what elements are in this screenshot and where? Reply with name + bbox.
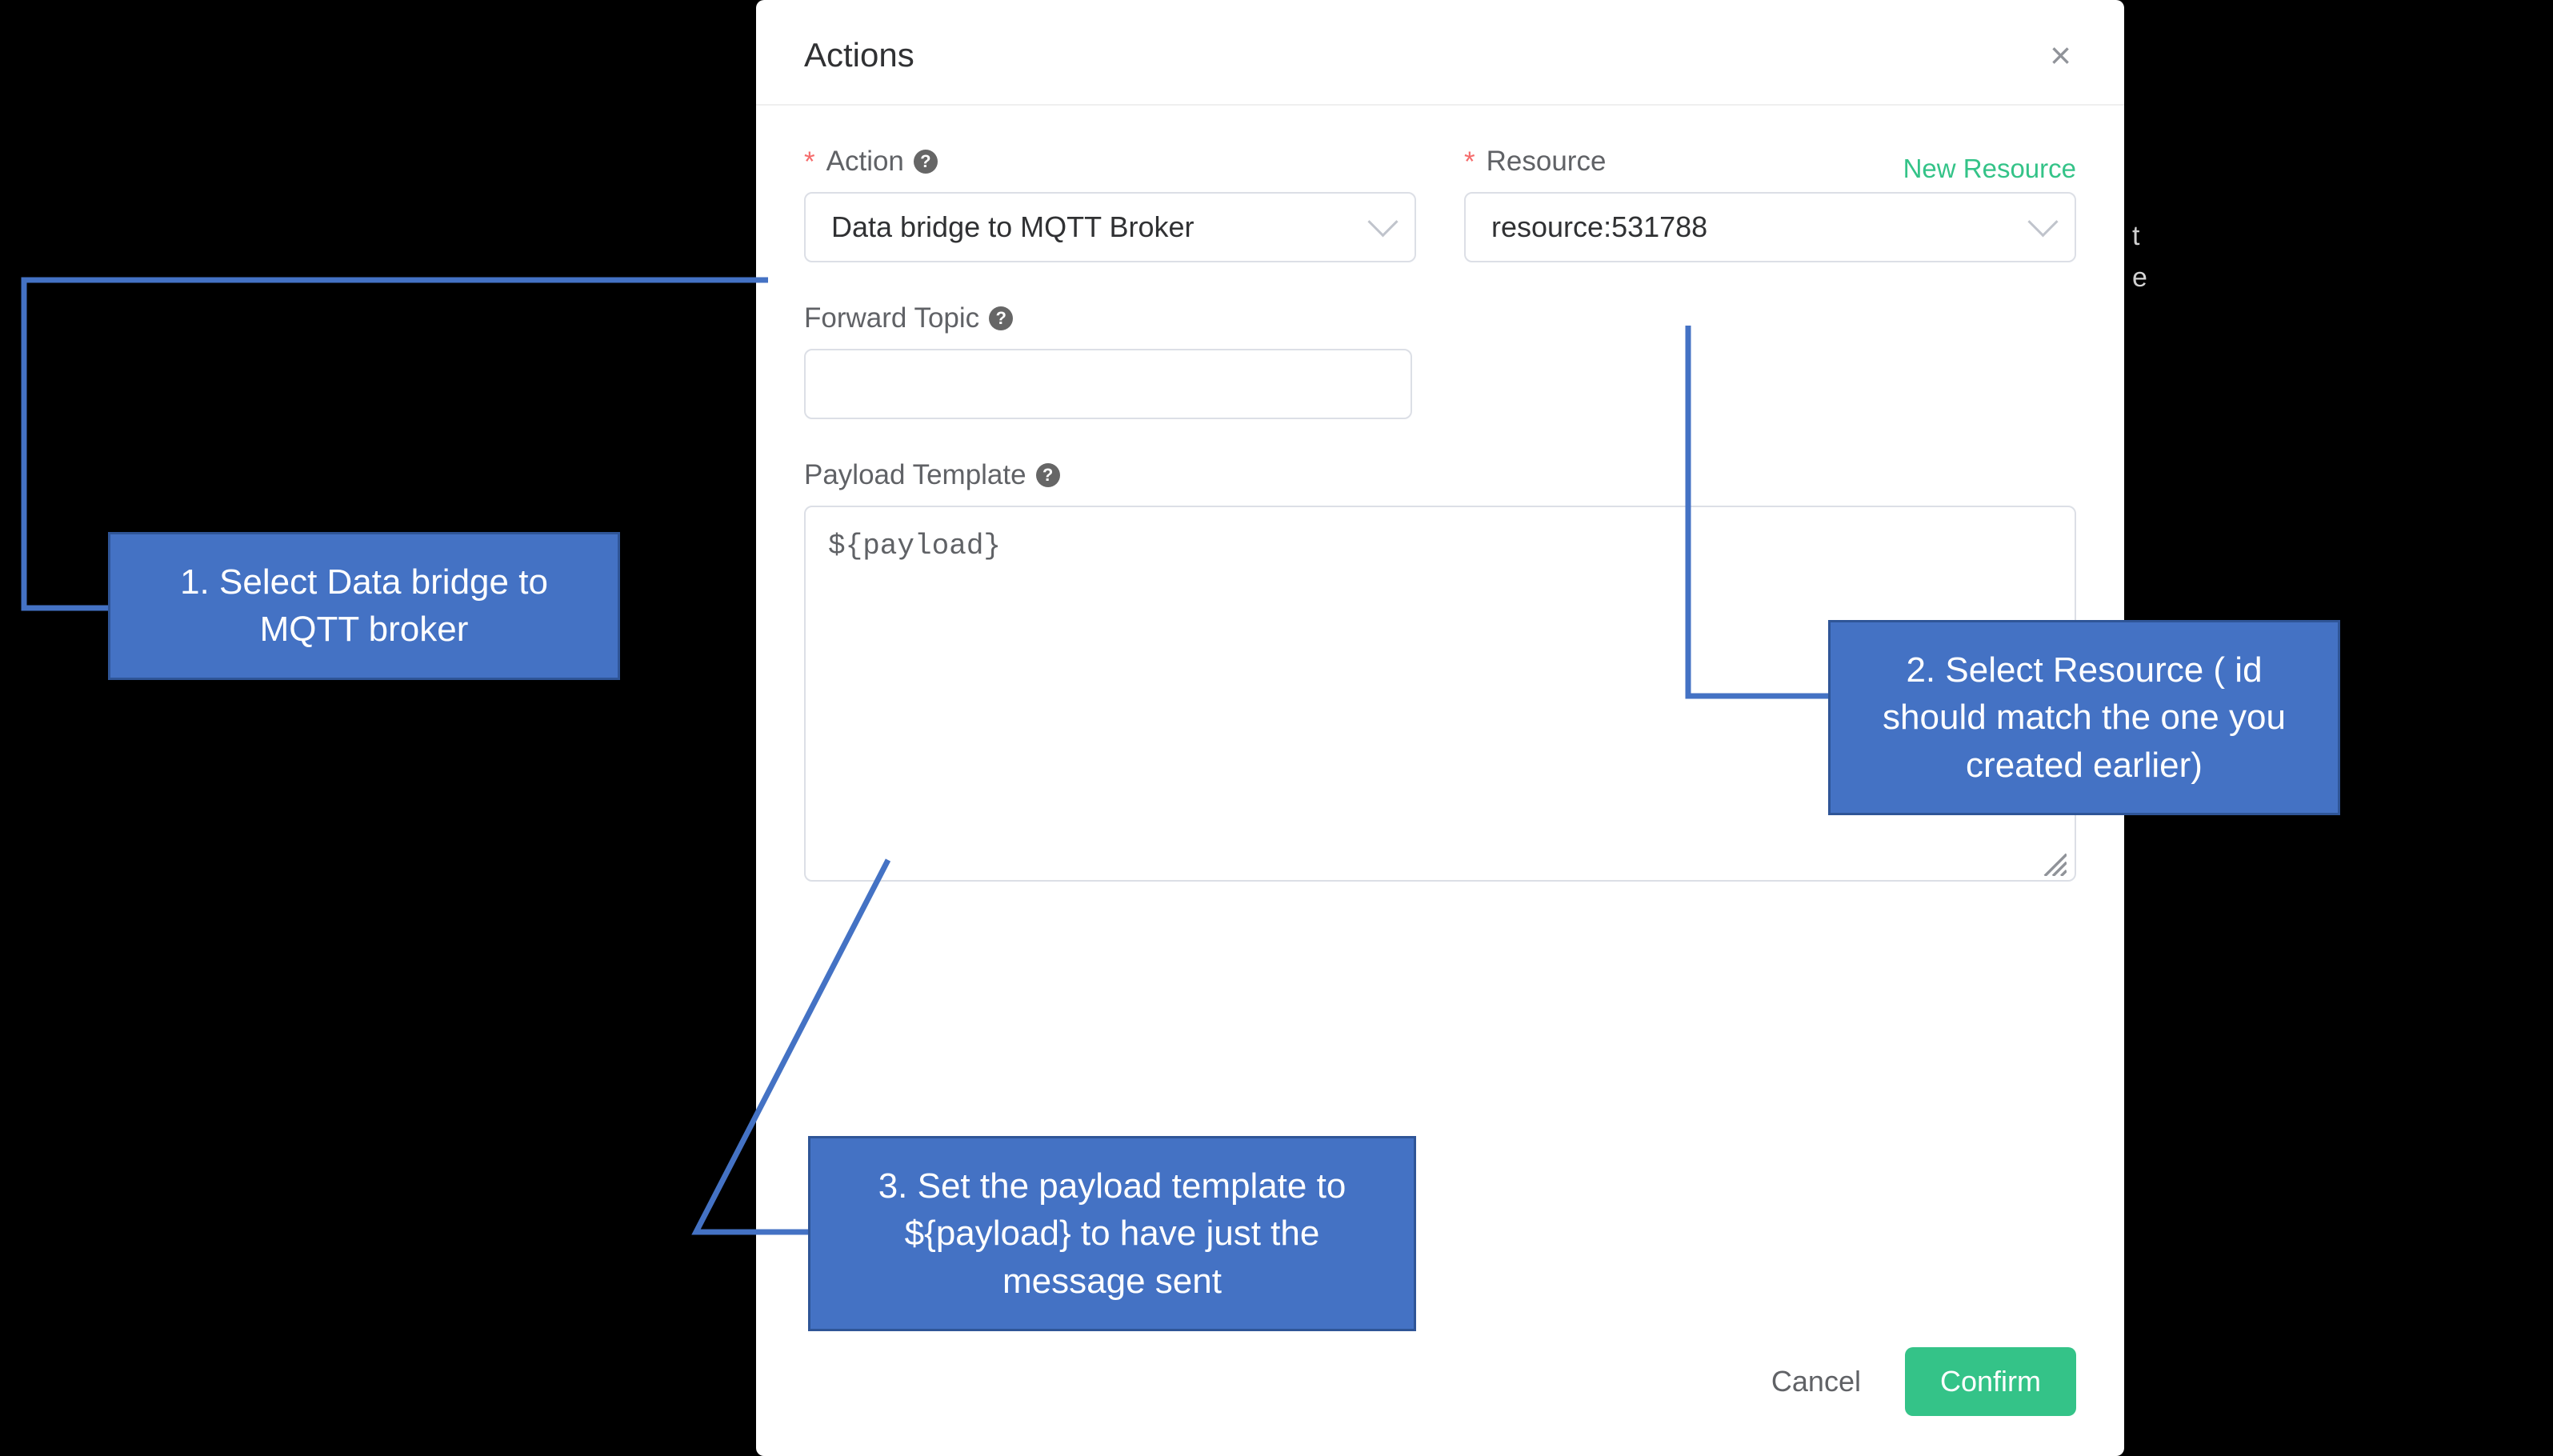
bg-char: t xyxy=(2132,221,2139,252)
payload-template-label: Payload Template ? xyxy=(804,459,2076,491)
forward-topic-label: Forward Topic ? xyxy=(804,302,1412,334)
resource-label: * Resource xyxy=(1464,146,1606,178)
required-marker: * xyxy=(804,148,815,176)
action-select-value: Data bridge to MQTT Broker xyxy=(831,210,1194,244)
help-icon[interactable]: ? xyxy=(914,150,938,174)
action-label-text: Action xyxy=(826,146,904,178)
forward-topic-label-text: Forward Topic xyxy=(804,302,979,334)
help-icon[interactable]: ? xyxy=(1036,463,1060,487)
payload-template-label-text: Payload Template xyxy=(804,459,1026,491)
forward-topic-input[interactable] xyxy=(804,349,1412,419)
bg-char: e xyxy=(2132,262,2147,294)
confirm-button[interactable]: Confirm xyxy=(1905,1347,2076,1416)
new-resource-link[interactable]: New Resource xyxy=(1903,154,2076,184)
modal-header: Actions × xyxy=(756,0,2124,106)
action-label: * Action ? xyxy=(804,146,1416,178)
annotation-step-1: 1. Select Data bridge to MQTT broker xyxy=(108,532,620,680)
required-marker: * xyxy=(1464,148,1475,176)
resource-label-text: Resource xyxy=(1487,146,1607,178)
annotation-step-3: 3. Set the payload template to ${payload… xyxy=(808,1136,1416,1331)
resource-select[interactable]: resource:531788 xyxy=(1464,192,2076,262)
help-icon[interactable]: ? xyxy=(989,306,1013,330)
modal-title: Actions xyxy=(804,36,914,74)
annotation-step-2: 2. Select Resource ( id should match the… xyxy=(1828,620,2340,815)
action-select[interactable]: Data bridge to MQTT Broker xyxy=(804,192,1416,262)
cancel-button[interactable]: Cancel xyxy=(1771,1365,1861,1398)
chevron-down-icon xyxy=(2027,206,2058,237)
resource-select-value: resource:531788 xyxy=(1491,210,1707,244)
chevron-down-icon xyxy=(1367,206,1398,237)
close-icon[interactable]: × xyxy=(2045,32,2076,78)
